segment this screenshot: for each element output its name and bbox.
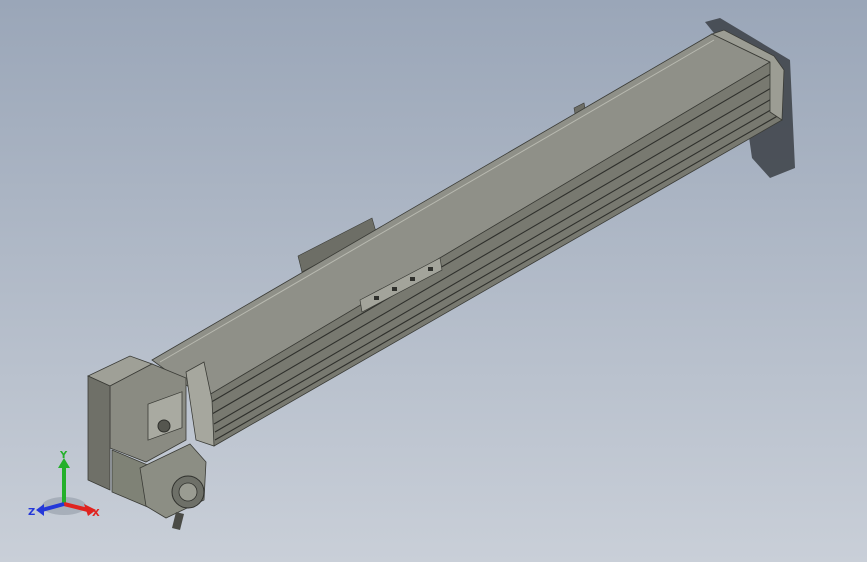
x-axis-label: X <box>92 508 100 519</box>
graphics-viewport[interactable]: Y X Z <box>0 0 867 562</box>
z-axis-head <box>36 504 44 516</box>
motor-encoder-ring <box>178 482 198 502</box>
model-view[interactable] <box>0 0 867 562</box>
extrusion-top-face <box>151 33 771 399</box>
coordinate-triad: Y X Z <box>28 450 100 519</box>
z-axis-label: Z <box>28 507 35 518</box>
y-axis-label: Y <box>59 450 68 461</box>
output-shaft <box>157 419 171 433</box>
